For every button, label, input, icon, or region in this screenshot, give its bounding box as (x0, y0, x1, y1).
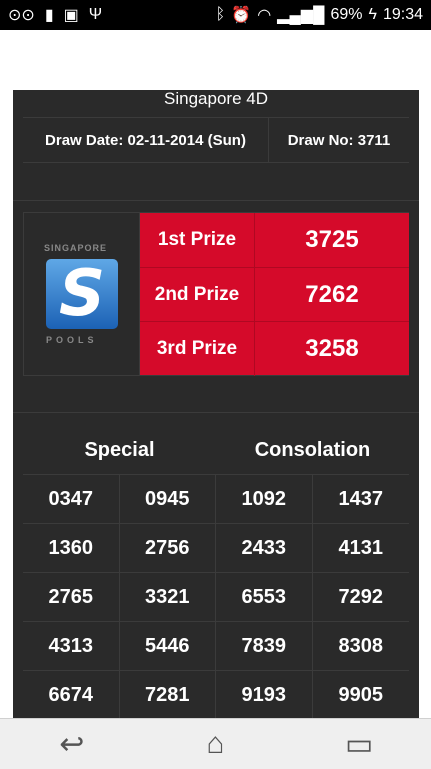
sd-card-icon: ▮ (44, 7, 54, 24)
draw-info-row: Draw Date: 02-11-2014 (Sun) Draw No: 371… (23, 117, 409, 163)
logo-text-top: SINGAPORE (44, 243, 108, 253)
divider (13, 412, 419, 413)
battery-percent: 69% (330, 6, 363, 23)
prize-row-third: 3rd Prize 3258 (140, 321, 409, 376)
table-row: 0347 0945 1092 1437 (23, 474, 409, 523)
signal-icon: ▂▄▆█ (277, 7, 325, 24)
table-row: 6674 7281 9193 9905 (23, 670, 409, 718)
logo-mark-icon: S (46, 259, 118, 329)
home-icon[interactable]: ⌂ (185, 724, 245, 764)
recent-apps-icon[interactable]: ▭ (329, 724, 389, 764)
alarm-icon: ⏰ (231, 7, 252, 24)
special-number: 5446 (120, 622, 216, 670)
special-header: Special (84, 438, 155, 461)
back-icon[interactable]: ↩ (42, 724, 102, 764)
navigation-bar: ↩ ⌂ ▭ (0, 718, 431, 769)
consolation-header: Consolation (254, 438, 371, 461)
wifi-icon: ◠ (257, 7, 272, 24)
singapore-pools-logo: SINGAPORE S POOLS (24, 213, 140, 375)
usb-icon: Ψ (88, 6, 103, 23)
table-row: 1360 2756 2433 4131 (23, 523, 409, 572)
top-prizes-box: SINGAPORE S POOLS 1st Prize 3725 2nd Pri… (23, 212, 409, 376)
consolation-number: 4131 (338, 536, 384, 559)
consolation-number: 1437 (338, 487, 384, 510)
consolation-number: 9905 (338, 683, 384, 706)
prize-number: 7262 (305, 281, 359, 308)
logo-letter: S (58, 257, 106, 331)
divider (13, 200, 419, 201)
page-title: Singapore 4D (164, 90, 268, 108)
table-row: 2765 3321 6553 7292 (23, 572, 409, 621)
consolation-number: 7292 (338, 585, 384, 608)
prize-number: 3258 (305, 335, 359, 362)
special-number: 0945 (120, 475, 216, 523)
special-number: 2756 (120, 524, 216, 572)
consolation-number: 1092 (216, 475, 313, 523)
consolation-number: 7839 (216, 622, 313, 670)
special-number: 0347 (23, 475, 120, 523)
draw-date: Draw Date: 02-11-2014 (Sun) (23, 118, 269, 162)
special-number: 6674 (23, 671, 120, 718)
draw-number: Draw No: 3711 (287, 131, 391, 149)
special-number: 3321 (120, 573, 216, 621)
special-number: 7281 (120, 671, 216, 718)
special-number: 4313 (23, 622, 120, 670)
special-consolation-table: Special Consolation 0347 0945 1092 1437 … (23, 426, 409, 718)
prize-row-second: 2nd Prize 7262 (140, 267, 409, 322)
battery-charging-icon: ϟ (368, 6, 377, 23)
special-number: 1360 (23, 524, 120, 572)
bluetooth-icon: ᛒ (215, 6, 226, 23)
status-bar: ⊙⊙ ▮ ▣ Ψ ᛒ ⏰ ◠ ▂▄▆█ 69% ϟ 19:34 (0, 0, 431, 30)
prize-label: 2nd Prize (140, 268, 255, 322)
consolation-number: 6553 (216, 573, 313, 621)
briefcase-icon: ▣ (63, 7, 79, 24)
prize-table: 1st Prize 3725 2nd Prize 7262 3rd Prize … (140, 213, 409, 376)
clock-time: 19:34 (382, 6, 423, 23)
prize-label: 1st Prize (140, 213, 255, 267)
prize-number: 3725 (305, 226, 359, 253)
consolation-number: 8308 (338, 634, 384, 657)
prize-row-first: 1st Prize 3725 (140, 213, 409, 267)
logo-text-bottom: POOLS (46, 335, 98, 345)
special-number: 2765 (23, 573, 120, 621)
voicemail-icon: ⊙⊙ (8, 7, 35, 24)
table-header: Special Consolation (23, 426, 409, 474)
consolation-number: 2433 (216, 524, 313, 572)
consolation-number: 9193 (216, 671, 313, 718)
table-row: 4313 5446 7839 8308 (23, 621, 409, 670)
prize-label: 3rd Prize (140, 322, 255, 376)
results-card: Singapore 4D Draw Date: 02-11-2014 (Sun)… (13, 90, 419, 718)
